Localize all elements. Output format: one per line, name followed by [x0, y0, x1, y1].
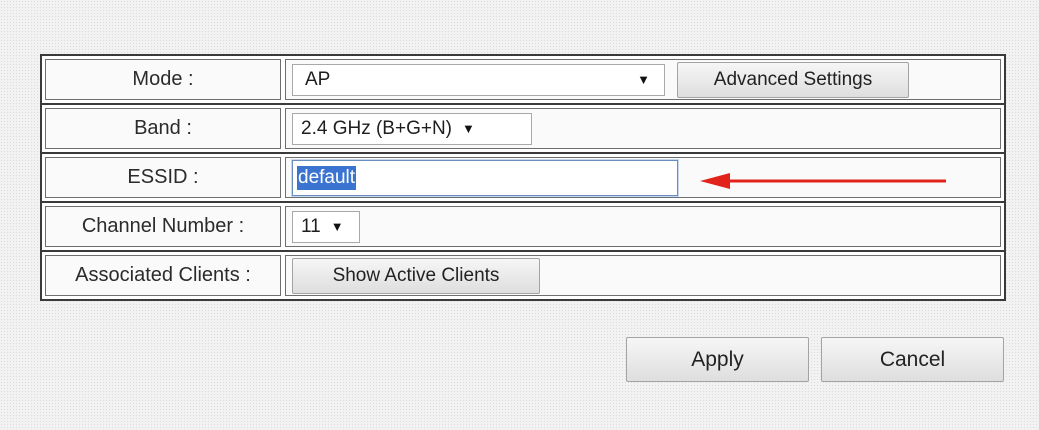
band-value-cell: 2.4 GHz (B+G+N) ▼	[285, 108, 1001, 149]
form-actions: Apply Cancel	[626, 337, 1004, 382]
channel-select[interactable]: 11 ▼	[292, 210, 360, 243]
mode-label: Mode :	[45, 59, 281, 100]
channel-selected-value: 11	[301, 215, 321, 237]
apply-button[interactable]: Apply	[626, 337, 809, 382]
chevron-down-icon: ▼	[637, 72, 650, 87]
clients-row: Associated Clients : Show Active Clients	[42, 252, 1004, 299]
band-selected-value: 2.4 GHz (B+G+N)	[301, 117, 452, 139]
channel-value-cell: 11 ▼	[285, 206, 1001, 247]
band-row: Band : 2.4 GHz (B+G+N) ▼	[42, 105, 1004, 154]
band-label: Band :	[45, 108, 281, 149]
chevron-down-icon: ▼	[462, 121, 475, 136]
cancel-button[interactable]: Cancel	[821, 337, 1004, 382]
chevron-down-icon: ▼	[330, 219, 344, 234]
red-arrow-left-icon	[700, 173, 946, 189]
channel-label: Channel Number :	[45, 206, 281, 247]
show-active-clients-button[interactable]: Show Active Clients	[292, 257, 540, 294]
essid-input-value: default	[297, 165, 357, 190]
mode-row: Mode : AP ▼ Advanced Settings	[42, 56, 1004, 105]
mode-select[interactable]: AP ▼	[292, 63, 665, 96]
arrow-head	[700, 173, 730, 189]
wireless-settings-page: Mode : AP ▼ Advanced Settings Band : 2.4…	[0, 0, 1039, 430]
channel-row: Channel Number : 11 ▼	[42, 203, 1004, 252]
clients-label: Associated Clients :	[45, 255, 281, 296]
advanced-settings-button[interactable]: Advanced Settings	[677, 61, 909, 98]
mode-selected-value: AP	[305, 68, 331, 90]
essid-label: ESSID :	[45, 157, 281, 198]
mode-value-cell: AP ▼ Advanced Settings	[285, 59, 1001, 100]
clients-value-cell: Show Active Clients	[285, 255, 1001, 296]
essid-input[interactable]: default	[292, 159, 678, 196]
band-select[interactable]: 2.4 GHz (B+G+N) ▼	[292, 112, 532, 145]
